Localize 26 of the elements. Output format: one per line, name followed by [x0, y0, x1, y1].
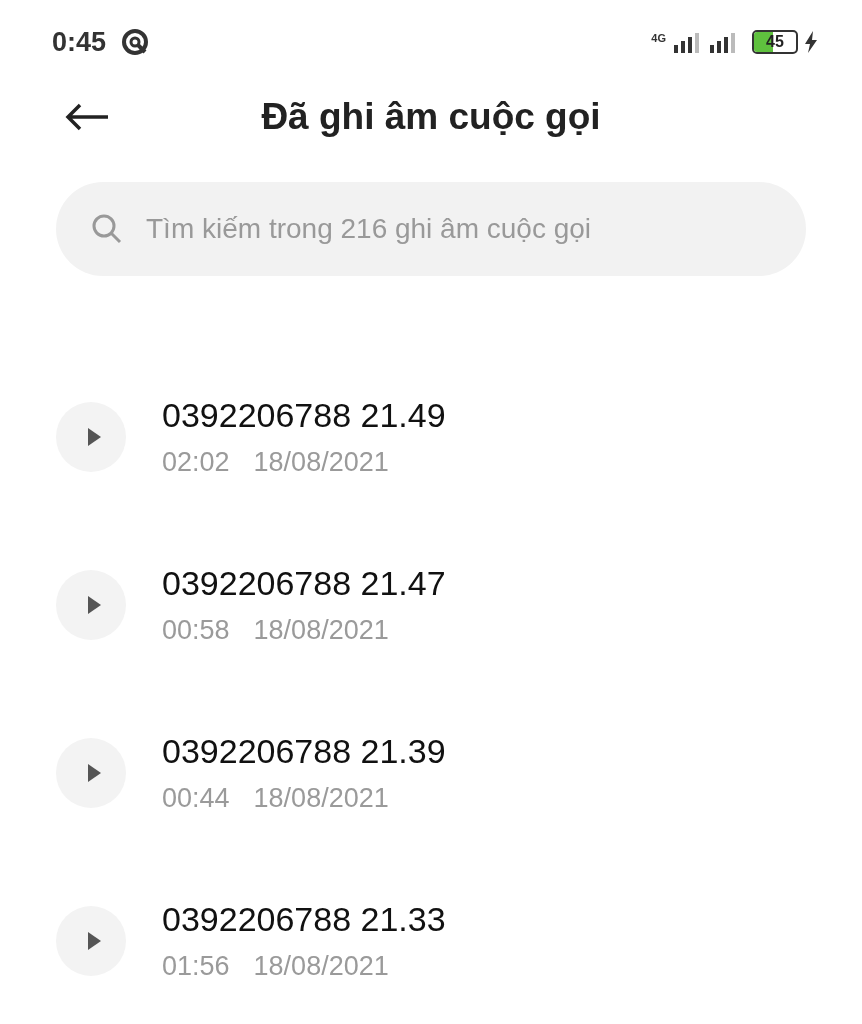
recording-date: 18/08/2021 — [253, 783, 389, 814]
recording-duration: 02:02 — [162, 447, 230, 478]
recording-title[interactable]: 0392206788 21.49 — [162, 396, 446, 435]
play-icon — [86, 931, 102, 951]
clock: 0:45 — [52, 26, 107, 58]
play-icon — [86, 427, 102, 447]
search-bar[interactable]: Tìm kiếm trong 216 ghi âm cuộc gọi — [56, 182, 806, 276]
vpn-icon — [120, 27, 151, 57]
recording-date: 18/08/2021 — [253, 615, 389, 646]
recording-title[interactable]: 0392206788 21.39 — [162, 732, 446, 771]
recording-date: 18/08/2021 — [253, 951, 389, 982]
signal-icon — [708, 31, 738, 53]
recording-duration: 01:56 — [162, 951, 230, 982]
play-icon — [86, 595, 102, 615]
search-icon — [90, 212, 124, 246]
recording-title[interactable]: 0392206788 21.47 — [162, 564, 446, 603]
back-icon[interactable] — [64, 102, 110, 132]
signal-icon — [672, 31, 702, 53]
recording-date: 18/08/2021 — [253, 447, 389, 478]
page-title: Đã ghi âm cuộc gọi — [261, 96, 601, 138]
network-label: 4G — [651, 32, 666, 44]
recording-title[interactable]: 0392206788 21.33 — [162, 900, 446, 939]
search-field[interactable]: Tìm kiếm trong 216 ghi âm cuộc gọi — [144, 212, 772, 246]
recording-duration: 00:58 — [162, 615, 230, 646]
play-icon — [86, 763, 102, 783]
recording-duration: 00:44 — [162, 783, 230, 814]
